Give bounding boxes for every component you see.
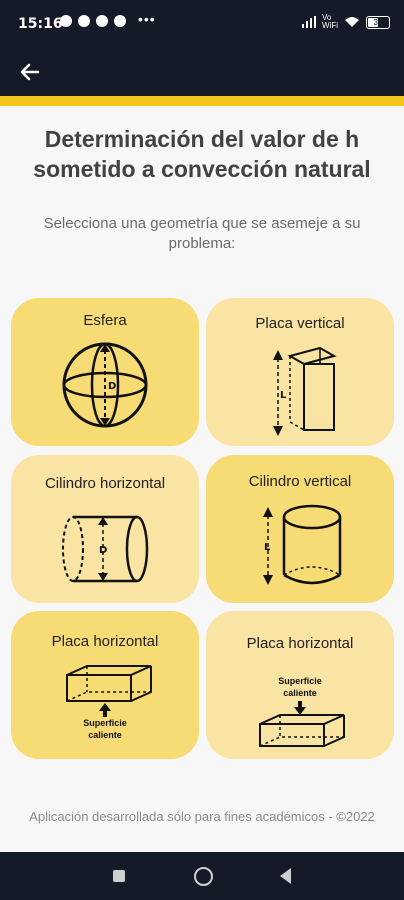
heated-surface-note: Superficie caliente xyxy=(83,718,127,740)
notification-icons xyxy=(60,15,126,27)
vertical-cylinder-icon: L xyxy=(263,504,342,585)
alarm-icon xyxy=(60,15,72,27)
back-icon[interactable] xyxy=(280,868,291,884)
facebook-icon xyxy=(96,15,108,27)
horizontal-plate-icon xyxy=(259,714,345,747)
geometry-card-placa-horizontal-arriba[interactable]: Placa horizontal Superficie caliente xyxy=(206,611,394,759)
status-time: 15:16 xyxy=(18,16,63,32)
card-label: Placa vertical xyxy=(255,315,345,332)
battery-level: 31 xyxy=(373,17,383,27)
home-icon[interactable] xyxy=(194,867,213,886)
geometry-card-cilindro-horizontal[interactable]: Cilindro horizontal D xyxy=(11,455,199,603)
system-icons: Vo WiFi 31 xyxy=(302,14,390,30)
vertical-plate-icon: L xyxy=(273,346,337,436)
arrow-left-icon[interactable] xyxy=(16,58,44,86)
facebook-icon xyxy=(114,15,126,27)
network-label: Vo WiFi xyxy=(322,13,338,30)
card-label: Cilindro vertical xyxy=(248,473,352,490)
heated-surface-note: Superficie caliente xyxy=(278,676,322,698)
dimension-label: L xyxy=(280,390,287,401)
notification-icon xyxy=(78,15,90,27)
status-bar: 15:16 ••• Vo WiFi 31 xyxy=(0,0,404,50)
page-title: Determinación del valor de h sometido a … xyxy=(33,126,371,182)
wifi-icon xyxy=(345,17,359,27)
card-label: Cilindro horizontal xyxy=(44,475,166,492)
card-label: Placa horizontal xyxy=(51,633,159,650)
more-notifications-icon: ••• xyxy=(138,11,156,27)
signal-icon xyxy=(302,16,316,28)
arrow-up-icon xyxy=(99,703,111,717)
app-bar xyxy=(0,50,404,96)
card-label: Esfera xyxy=(83,312,127,329)
geometry-card-cilindro-vertical[interactable]: Cilindro vertical L xyxy=(206,455,394,603)
footer-text: Aplicación desarrollada sólo para fines … xyxy=(29,809,375,824)
page-subtitle: Selecciona una geometría que se asemeje … xyxy=(43,215,361,252)
geometry-card-esfera[interactable]: Esfera D xyxy=(11,298,199,446)
horizontal-plate-icon xyxy=(66,665,152,702)
geometry-card-placa-horizontal-abajo[interactable]: Placa horizontal Superficie caliente xyxy=(11,611,199,759)
accent-bar xyxy=(0,96,404,106)
dimension-label: D xyxy=(108,381,116,392)
recent-apps-icon[interactable] xyxy=(113,870,125,882)
horizontal-cylinder-icon: D xyxy=(62,515,149,583)
dimension-label: D xyxy=(99,545,107,556)
sphere-icon: D xyxy=(62,342,148,428)
system-nav-bar xyxy=(0,852,404,900)
geometry-card-placa-vertical[interactable]: Placa vertical L xyxy=(206,298,394,446)
battery-icon: 31 xyxy=(366,15,390,29)
card-label: Placa horizontal xyxy=(246,635,354,652)
dimension-label: L xyxy=(264,542,271,553)
